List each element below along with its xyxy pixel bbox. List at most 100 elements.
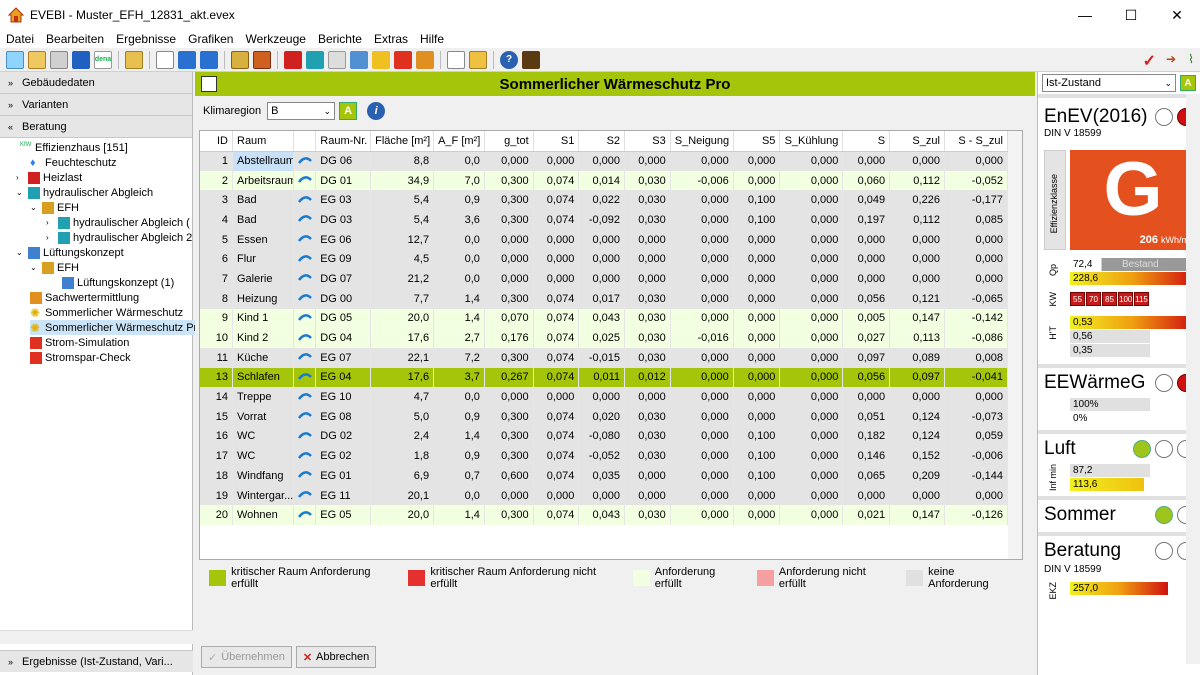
open-folder-icon[interactable] bbox=[28, 50, 46, 69]
column-header[interactable]: S1 bbox=[533, 131, 580, 152]
table-row[interactable]: 14 Treppe EG 10 4,7 0,0 0,000 0,000 0,000 0,000 0… bbox=[200, 387, 1009, 407]
section-beratung[interactable]: «Beratung bbox=[0, 116, 192, 138]
expand-icon[interactable]: › bbox=[46, 233, 58, 242]
expand-icon[interactable]: › bbox=[16, 173, 28, 182]
column-header[interactable]: g_tot bbox=[484, 131, 534, 152]
vertical-scrollbar[interactable] bbox=[1008, 131, 1022, 559]
minimize-button[interactable]: — bbox=[1062, 0, 1108, 30]
column-header[interactable]: S_Neigung bbox=[670, 131, 734, 152]
menu-werkzeuge[interactable]: Werkzeuge bbox=[239, 30, 311, 48]
table-cell[interactable]: Treppe bbox=[232, 387, 294, 407]
tree-item-efh-2[interactable]: ⌄ EFH bbox=[30, 260, 79, 275]
menu-ergebnisse[interactable]: Ergebnisse bbox=[110, 30, 182, 48]
hydraulic-icon[interactable] bbox=[306, 50, 324, 69]
table-cell[interactable]: Kind 1 bbox=[232, 308, 294, 329]
tree-item-lueftungskonzept-1[interactable]: Lüftungskonzept (1) bbox=[62, 275, 174, 290]
table-row[interactable]: 18 Windfang EG 01 6,9 0,7 0,600 0,074 0,035 0,00… bbox=[200, 466, 1009, 486]
menu-berichte[interactable]: Berichte bbox=[312, 30, 368, 48]
table-cell[interactable]: Wohnen bbox=[232, 505, 294, 526]
tree-item-stromspar-check[interactable]: Stromspar-Check bbox=[30, 350, 131, 365]
menu-grafiken[interactable]: Grafiken bbox=[182, 30, 239, 48]
collapse-icon[interactable]: ⌄ bbox=[30, 263, 42, 272]
table-cell[interactable]: Abstellraum bbox=[232, 151, 294, 171]
table-row[interactable]: 13 Schlafen EG 04 17,6 3,7 0,267 0,074 0,011 0,0… bbox=[200, 367, 1009, 388]
menu-extras[interactable]: Extras bbox=[368, 30, 414, 48]
close-button[interactable]: ✕ bbox=[1154, 0, 1200, 30]
sun-icon[interactable] bbox=[372, 50, 390, 69]
collapse-icon[interactable]: ⌄ bbox=[16, 248, 28, 257]
section-varianten[interactable]: » Varianten bbox=[0, 94, 192, 116]
chart-icon[interactable]: ⌇ bbox=[1188, 52, 1194, 66]
money-icon[interactable] bbox=[416, 50, 434, 69]
tree-item-sachwertermittlung[interactable]: Sachwertermittlung bbox=[30, 290, 139, 305]
table-row[interactable]: 3 Bad EG 03 5,4 0,9 0,300 0,074 0,022 0,030 0,000… bbox=[200, 190, 1009, 211]
menu-datei[interactable]: Datei bbox=[0, 30, 40, 48]
table-row[interactable]: 9 Kind 1 DG 05 20,0 1,4 0,070 0,074 0,043 0,030 0… bbox=[200, 308, 1009, 329]
image-icon[interactable] bbox=[469, 50, 487, 69]
tree-item-hydraulischer-abgleich-1[interactable]: › hydraulischer Abgleich ( bbox=[46, 215, 190, 230]
export-icon[interactable] bbox=[72, 50, 90, 69]
table-row[interactable]: 7 Galerie DG 07 21,2 0,0 0,000 0,000 0,000 0,000… bbox=[200, 269, 1009, 289]
column-header[interactable]: Raum-Nr. bbox=[315, 131, 372, 152]
table-row[interactable]: 20 Wohnen EG 05 20,0 1,4 0,300 0,074 0,043 0,030… bbox=[200, 505, 1009, 526]
column-header[interactable]: S - S_zul bbox=[944, 131, 1009, 152]
calculator-icon[interactable] bbox=[522, 50, 540, 69]
state-select[interactable]: Ist-Zustand ⌄ bbox=[1042, 74, 1176, 92]
document-icon[interactable] bbox=[156, 50, 174, 69]
report-icon[interactable] bbox=[201, 76, 217, 92]
collapse-icon[interactable]: ⌄ bbox=[16, 188, 28, 197]
table-cell[interactable]: Schlafen bbox=[232, 367, 294, 388]
help-icon[interactable]: ? bbox=[500, 50, 518, 69]
wand-icon[interactable] bbox=[125, 50, 143, 69]
tree-item-heizlast[interactable]: › Heizlast bbox=[16, 170, 82, 185]
power-icon[interactable] bbox=[394, 50, 412, 69]
a-icon[interactable]: A bbox=[1180, 75, 1196, 91]
magnifier-icon[interactable] bbox=[328, 50, 346, 69]
check-red-icon[interactable]: ✓ bbox=[1143, 51, 1156, 71]
tree-item-effizienzhaus[interactable]: KfW Effizienzhaus [151] bbox=[20, 140, 128, 155]
table-row[interactable]: 6 Flur EG 09 4,5 0,0 0,000 0,000 0,000 0,000 0,00… bbox=[200, 249, 1009, 270]
table-cell[interactable]: Wintergar... bbox=[232, 485, 294, 506]
table-cell[interactable]: Küche bbox=[232, 347, 294, 368]
section-ergebnisse[interactable]: » Ergebnisse (Ist-Zustand, Vari... bbox=[0, 650, 193, 672]
maximize-button[interactable]: ☐ bbox=[1108, 0, 1154, 30]
table-row[interactable]: 17 WC EG 02 1,8 0,9 0,300 0,074 -0,052 0,030 0,00… bbox=[200, 446, 1009, 466]
tree-item-hydraulischer-abgleich-2[interactable]: › hydraulischer Abgleich 2 bbox=[46, 230, 192, 245]
right-scrollbar[interactable] bbox=[1186, 94, 1200, 664]
column-header[interactable]: Fläche [m²] bbox=[370, 131, 435, 152]
new-file-icon[interactable] bbox=[6, 50, 24, 69]
arrow-forward-icon[interactable] bbox=[200, 50, 218, 69]
table-row[interactable]: 16 WC DG 02 2,4 1,4 0,300 0,074 -0,080 0,030 0,00… bbox=[200, 426, 1009, 447]
table-row[interactable]: 8 Heizung DG 00 7,7 1,4 0,300 0,074 0,017 0,030 0… bbox=[200, 288, 1009, 309]
table-cell[interactable]: Windfang bbox=[232, 466, 294, 486]
column-header[interactable]: S_zul bbox=[889, 131, 945, 152]
dena-icon[interactable]: dena bbox=[94, 50, 112, 69]
column-header[interactable]: Raum bbox=[232, 131, 294, 152]
column-header[interactable]: S5 bbox=[733, 131, 781, 152]
table-cell[interactable]: Vorrat bbox=[232, 406, 294, 427]
tree-item-feuchteschutz[interactable]: ♦ Feuchteschutz bbox=[30, 155, 117, 170]
tree-item-efh[interactable]: ⌄ EFH bbox=[30, 200, 79, 215]
collapse-icon[interactable]: ⌄ bbox=[30, 203, 42, 212]
column-header[interactable]: S bbox=[842, 131, 891, 152]
table-row[interactable]: 19 Wintergar... EG 11 20,1 0,0 0,000 0,000 0,00… bbox=[200, 485, 1009, 506]
table-cell[interactable]: Bad bbox=[232, 210, 294, 230]
table-row[interactable]: 1 Abstellraum DG 06 8,8 0,0 0,000 0,000 0,000 0,… bbox=[200, 151, 1009, 171]
tree-item-sommerlicher-waermeschutz-pro[interactable]: ✺ Sommerlicher Wärmeschutz Pro bbox=[30, 320, 208, 335]
table-row[interactable]: 15 Vorrat EG 08 5,0 0,9 0,300 0,074 0,020 0,030 0… bbox=[200, 406, 1009, 427]
table-cell[interactable]: WC bbox=[232, 446, 294, 466]
column-header[interactable]: S3 bbox=[624, 131, 671, 152]
tree-icon[interactable] bbox=[231, 50, 249, 69]
list-icon[interactable] bbox=[253, 50, 271, 69]
column-header[interactable] bbox=[293, 131, 317, 152]
horizontal-scrollbar[interactable] bbox=[0, 630, 193, 644]
table-cell[interactable]: Galerie bbox=[232, 269, 294, 289]
tree-item-strom-simulation[interactable]: Strom-Simulation bbox=[30, 335, 129, 350]
expand-icon[interactable]: › bbox=[46, 218, 58, 227]
info-icon[interactable]: i bbox=[367, 102, 386, 120]
table-cell[interactable]: Essen bbox=[232, 229, 294, 250]
column-header[interactable]: A_F [m²] bbox=[433, 131, 485, 152]
table-cell[interactable]: WC bbox=[232, 426, 294, 447]
accept-button[interactable]: ✓ Übernehmen bbox=[201, 646, 292, 668]
table-cell[interactable]: Kind 2 bbox=[232, 328, 294, 348]
